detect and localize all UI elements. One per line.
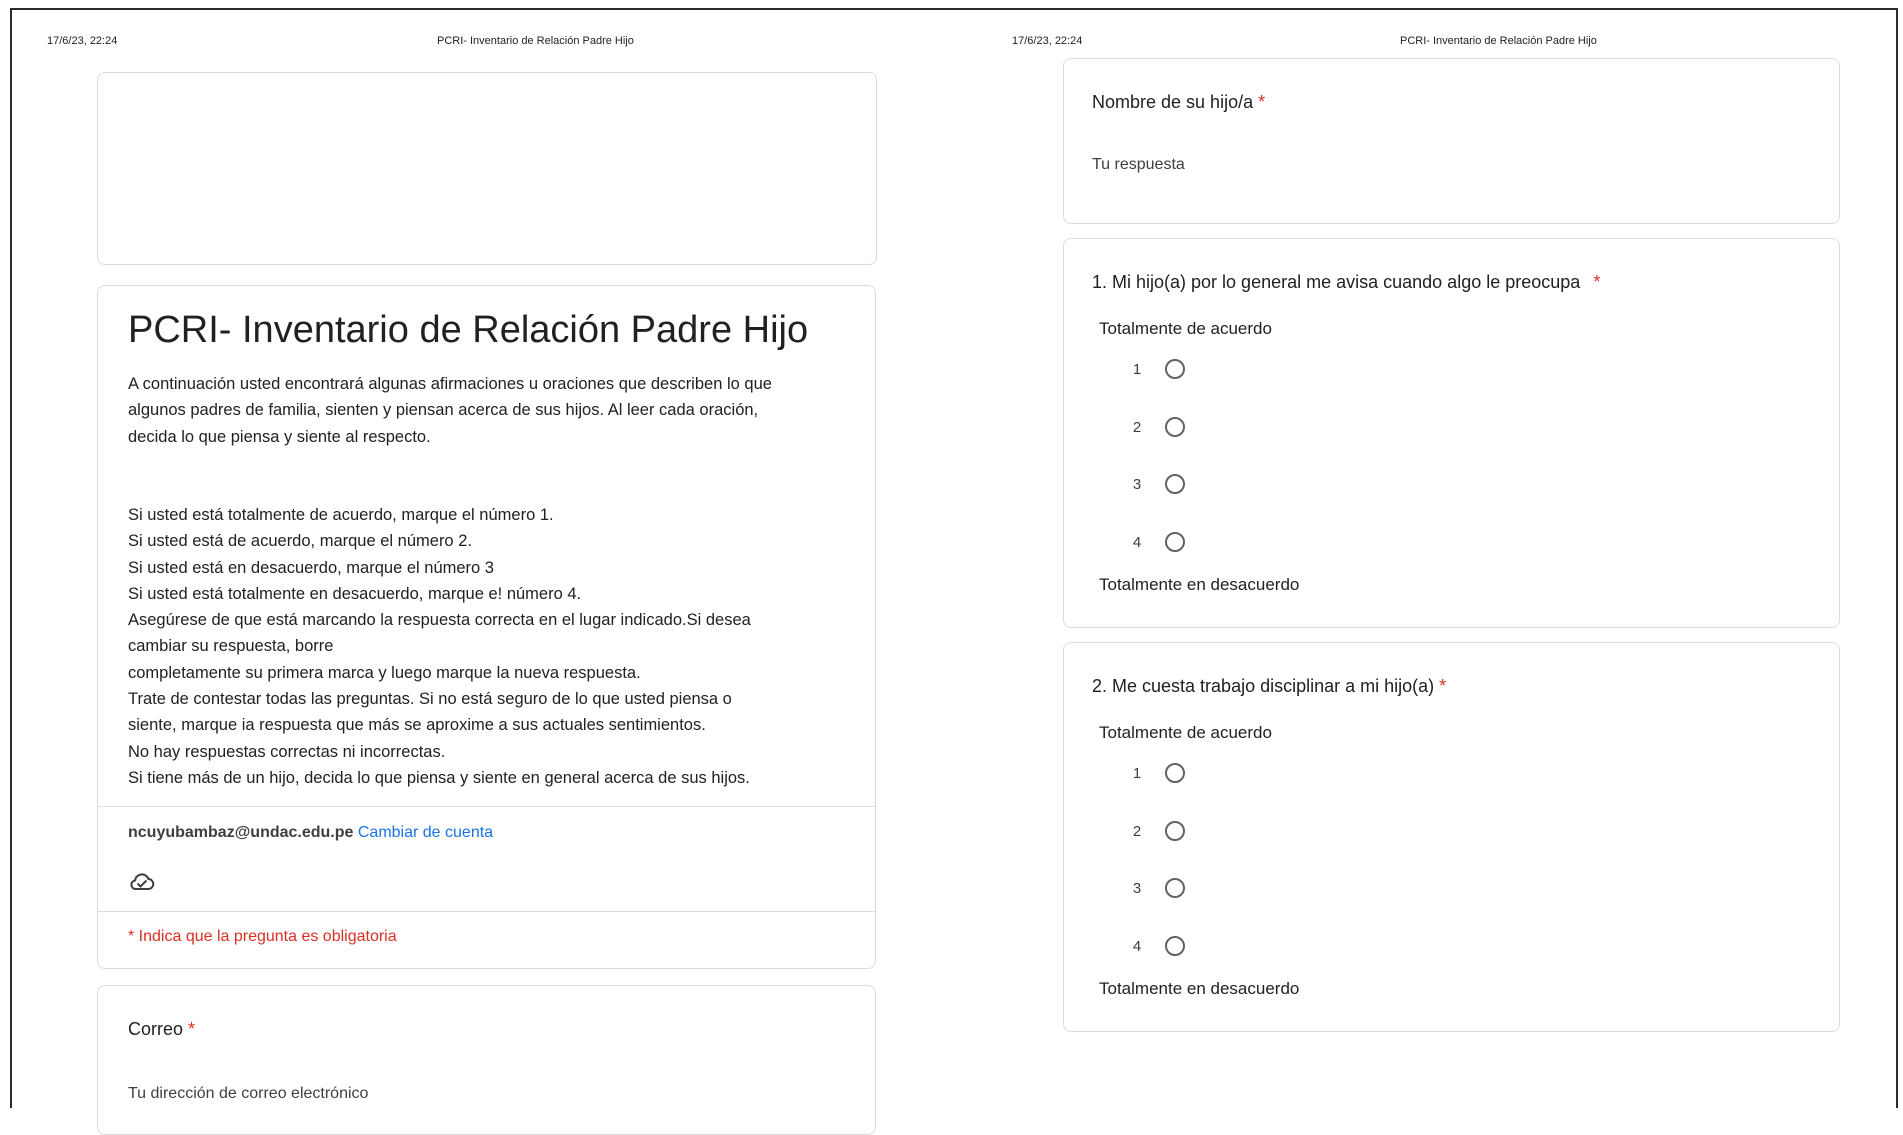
instruction-line: No hay respuestas correctas ni incorrect… <box>128 742 446 761</box>
question-card-1: 1. Mi hijo(a) por lo general me avisa cu… <box>1063 238 1840 628</box>
cloud-check-icon <box>128 870 156 894</box>
instruction-line: Si usted está totalmente de acuerdo, mar… <box>128 506 554 524</box>
required-asterisk: * <box>188 1019 196 1039</box>
intro-line: A continuación usted encontrará algunas … <box>128 375 772 393</box>
form-intro: A continuación usted encontrará algunas … <box>128 371 772 450</box>
option-number: 3 <box>1132 880 1142 897</box>
scale-high-label: Totalmente en desacuerdo <box>1099 575 1300 594</box>
intro-line: algunos padres de familia, sienten y pie… <box>128 401 759 420</box>
child-name-label: Nombre de su hijo/a <box>1092 92 1254 112</box>
radio-option-1[interactable] <box>1165 763 1185 783</box>
instruction-line: Si usted está totalmente en desacuerdo, … <box>128 584 582 603</box>
required-asterisk: * <box>1439 676 1447 696</box>
child-name-label-row: Nombre de su hijo/a * <box>1092 92 1265 113</box>
option-number: 4 <box>1132 938 1142 955</box>
divider <box>98 806 875 807</box>
scale-high-label: Totalmente en desacuerdo <box>1099 979 1300 998</box>
print-title-right: PCRI- Inventario de Relación Padre Hijo <box>1400 35 1597 47</box>
radio-option-1[interactable] <box>1165 359 1185 379</box>
header-image-card <box>97 72 877 265</box>
option-number: 2 <box>1132 419 1142 436</box>
instruction-line: completamente su primera marca y luego m… <box>128 663 641 682</box>
account-email: ncuyubambaz@undac.edu.pe <box>128 824 354 841</box>
question-title: 2. Me cuesta trabajo disciplinar a mi hi… <box>1092 676 1435 696</box>
child-name-input[interactable]: Tu respuesta <box>1092 156 1185 174</box>
question-title-row: 2. Me cuesta trabajo disciplinar a mi hi… <box>1092 676 1446 697</box>
scale-low-label: Totalmente de acuerdo <box>1099 723 1272 742</box>
option-number: 1 <box>1132 765 1142 782</box>
print-timestamp-right: 17/6/23, 22:24 <box>1012 35 1083 47</box>
form-instructions: Si usted está totalmente de acuerdo, mar… <box>128 502 751 791</box>
account-row: ncuyubambaz@undac.edu.pe Cambiar de cuen… <box>128 824 493 842</box>
radio-option-4[interactable] <box>1165 532 1185 552</box>
radio-option-3[interactable] <box>1165 878 1185 898</box>
required-asterisk: * <box>1593 272 1601 292</box>
instruction-line: Asegúrese de que está marcando la respue… <box>128 611 751 630</box>
question-title: 1. Mi hijo(a) por lo general me avisa cu… <box>1092 272 1581 292</box>
instruction-line: cambiar su respuesta, borre <box>128 637 334 656</box>
instruction-line: siente, marque ia respuesta que más se a… <box>128 716 706 735</box>
instruction-line: Si usted está en desacuerdo, marque el n… <box>128 558 494 577</box>
child-name-card: Nombre de su hijo/a * Tu respuesta <box>1063 58 1840 224</box>
intro-line: decida lo que piensa y siente al respect… <box>128 427 431 446</box>
option-number: 1 <box>1132 361 1142 378</box>
print-timestamp-left: 17/6/23, 22:24 <box>47 35 118 47</box>
required-note: * Indica que la pregunta es obligatoria <box>128 928 397 945</box>
form-info-card: PCRI- Inventario de Relación Padre Hijo … <box>97 285 876 969</box>
instruction-line: Si usted está de acuerdo, marque el núme… <box>128 532 472 551</box>
radio-option-2[interactable] <box>1165 821 1185 841</box>
email-label-row: Correo * <box>128 1019 195 1040</box>
divider <box>98 911 875 912</box>
form-title: PCRI- Inventario de Relación Padre Hijo <box>128 309 809 351</box>
radio-option-4[interactable] <box>1165 936 1185 956</box>
switch-account-link[interactable]: Cambiar de cuenta <box>358 824 493 841</box>
instruction-line: Trate de contestar todas las preguntas. … <box>128 690 732 709</box>
email-input[interactable]: Tu dirección de correo electrónico <box>128 1085 368 1103</box>
instruction-line: Si tiene más de un hijo, decida lo que p… <box>128 768 750 787</box>
radio-option-3[interactable] <box>1165 474 1185 494</box>
radio-option-2[interactable] <box>1165 417 1185 437</box>
email-label: Correo <box>128 1019 184 1039</box>
required-asterisk: * <box>1258 92 1266 112</box>
scale-low-label: Totalmente de acuerdo <box>1099 319 1272 338</box>
option-number: 4 <box>1132 534 1142 551</box>
question-card-2: 2. Me cuesta trabajo disciplinar a mi hi… <box>1063 642 1840 1032</box>
email-question-card: Correo * Tu dirección de correo electrón… <box>97 985 876 1135</box>
option-number: 3 <box>1132 476 1142 493</box>
print-title-left: PCRI- Inventario de Relación Padre Hijo <box>437 35 634 47</box>
question-title-row: 1. Mi hijo(a) por lo general me avisa cu… <box>1092 272 1600 293</box>
option-number: 2 <box>1132 823 1142 840</box>
